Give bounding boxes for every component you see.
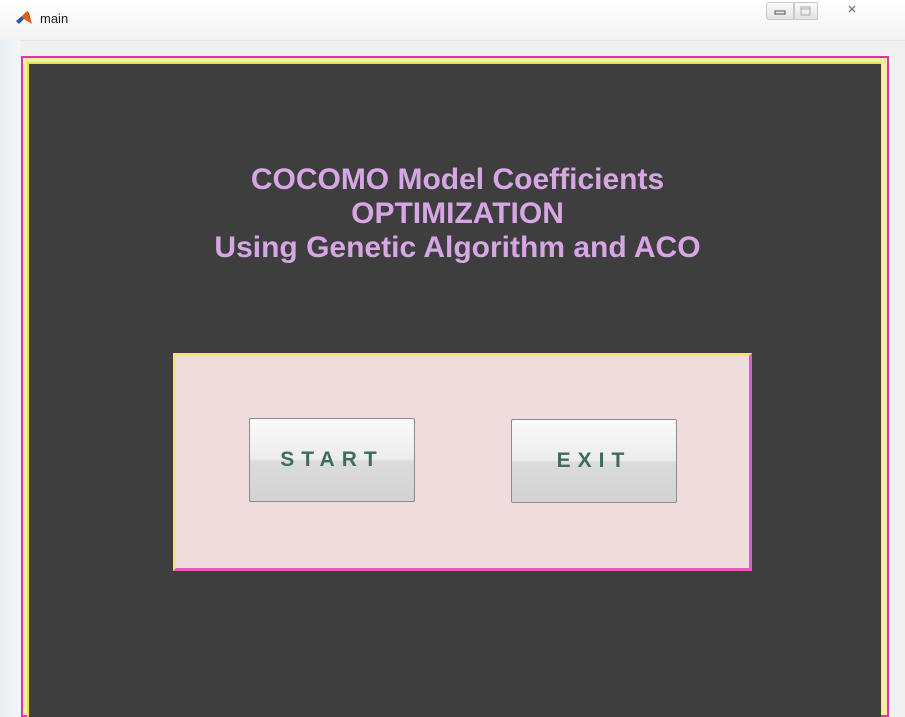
title-bar[interactable]: main — [0, 0, 905, 41]
minimize-icon — [774, 10, 786, 15]
window-border-left — [0, 40, 20, 717]
matlab-icon — [15, 10, 33, 26]
window-title: main — [40, 11, 69, 26]
window-controls — [760, 0, 880, 22]
close-icon — [848, 5, 856, 13]
minimize-button[interactable] — [766, 2, 794, 20]
close-button[interactable] — [818, 2, 864, 20]
title-line-3: Using Genetic Algorithm and ACO — [214, 231, 701, 264]
exit-button[interactable]: EXIT — [511, 419, 677, 503]
app-window: main COCOMO Model Coefficients OPTIMIZAT… — [0, 0, 905, 717]
title-line-2: OPTIMIZATION — [351, 197, 564, 230]
maximize-button[interactable] — [794, 2, 818, 20]
start-button[interactable]: START — [249, 418, 415, 502]
page-title: COCOMO Model Coefficients OPTIMIZATION U… — [100, 163, 815, 265]
title-line-1: COCOMO Model Coefficients — [250, 163, 665, 196]
maximize-icon — [800, 6, 811, 16]
